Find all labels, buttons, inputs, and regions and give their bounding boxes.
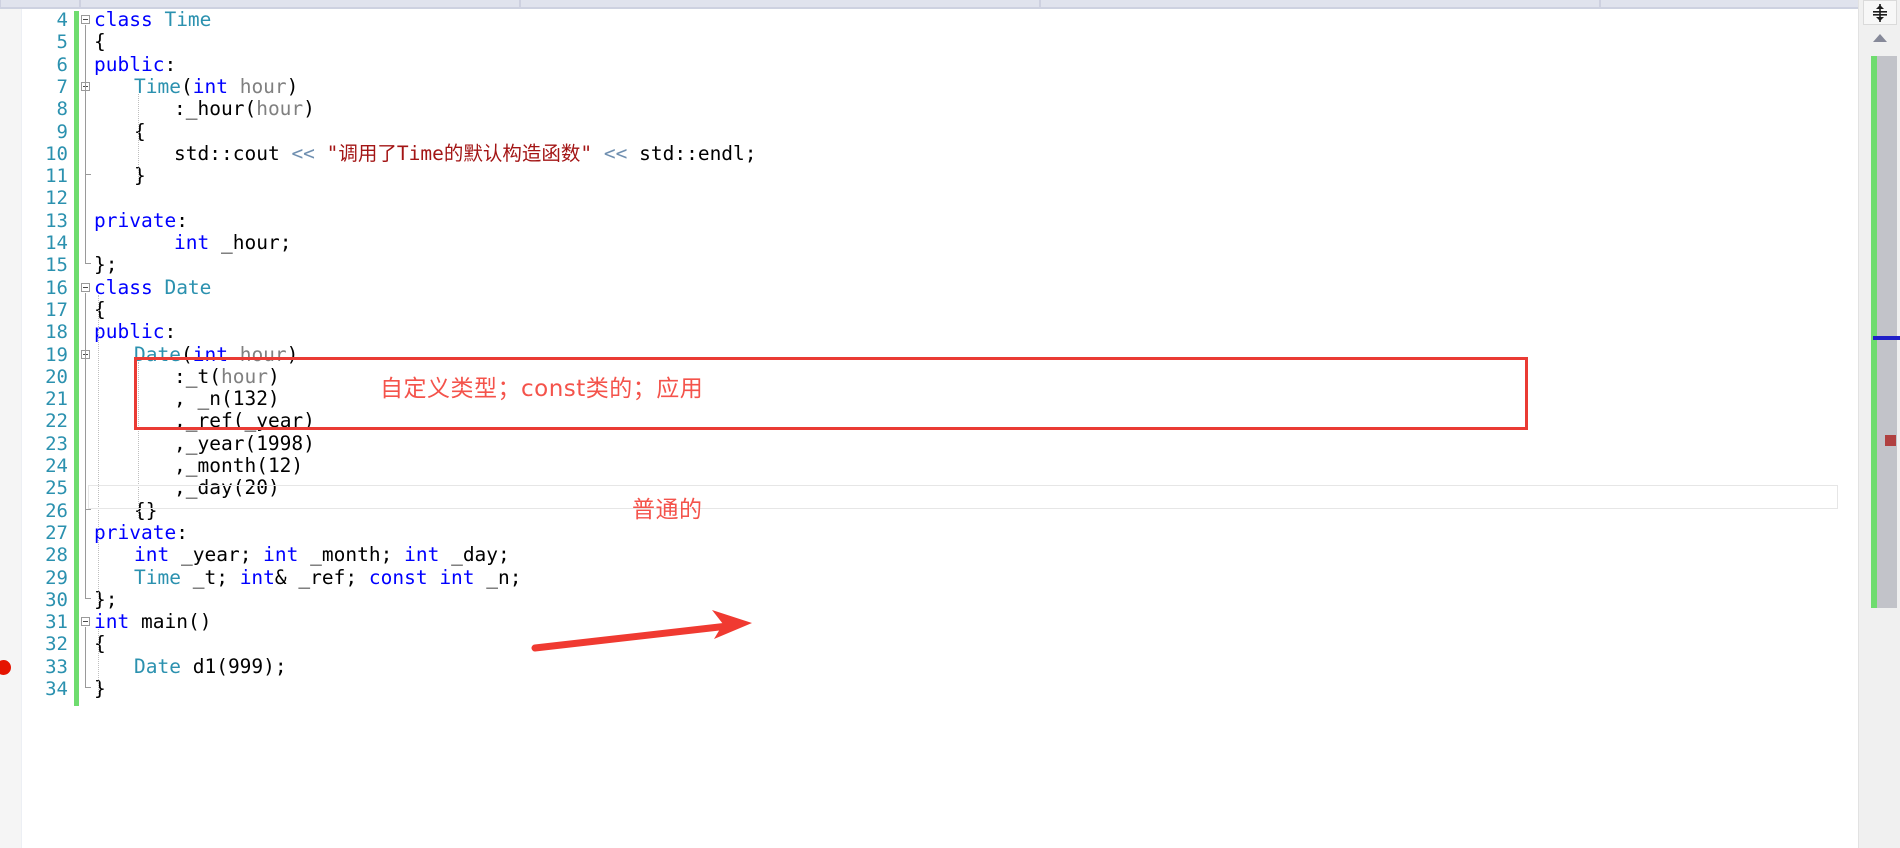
scrollbar-track[interactable] [1863, 49, 1900, 616]
line-number: 17 [45, 298, 68, 321]
scrollbar-breakpoint-marker [1885, 435, 1896, 446]
line-number: 33 [45, 655, 68, 678]
fold-toggle-icon[interactable] [81, 617, 90, 627]
line-number: 31 [45, 611, 68, 634]
code-editor-window: 4 5 6 7 8 9 10 11 12 13 14 15 16 17 18 19 20 21 22 23 24 25 26… [0, 0, 1900, 848]
scrollbar-change-bar [1871, 56, 1877, 608]
fold-toggle-icon[interactable] [81, 282, 90, 292]
code-line[interactable]: } [94, 678, 106, 700]
code-line[interactable]: public: [94, 321, 176, 343]
code-line[interactable]: { [94, 633, 106, 655]
code-line[interactable]: ,_year(1998) [94, 432, 315, 455]
code-line[interactable]: Time(int hour) [94, 75, 298, 98]
fold-region-line [85, 627, 91, 688]
code-line[interactable]: class Time [94, 9, 211, 31]
code-line[interactable]: private: [94, 209, 188, 232]
code-line[interactable]: ,_month(12) [94, 455, 303, 477]
line-number: 19 [45, 343, 68, 366]
code-text[interactable]: class Time{public: Time(int hour):_hour(h… [94, 9, 1840, 848]
line-number: 32 [45, 633, 68, 656]
outlining-column[interactable] [80, 9, 94, 848]
caret-position-marker [1873, 336, 1900, 340]
vertical-scrollbar[interactable] [1858, 0, 1900, 848]
indent-guide [98, 294, 99, 607]
code-line[interactable]: :_hour(hour) [94, 98, 315, 120]
line-number: 6 [56, 53, 68, 76]
line-number: 25 [45, 477, 68, 500]
code-line[interactable]: int main() [94, 611, 211, 633]
code-line[interactable]: Date d1(999); [94, 655, 287, 678]
code-line[interactable]: ,_ref(_year) [94, 410, 315, 432]
breakpoint-margin[interactable] [0, 9, 22, 848]
code-line[interactable]: }; [94, 254, 117, 276]
line-number: 11 [45, 165, 68, 188]
line-number: 22 [45, 410, 68, 433]
breakpoint-indicator[interactable] [0, 659, 11, 675]
split-view-icon[interactable] [1863, 0, 1897, 25]
line-number: 23 [45, 432, 68, 455]
code-line[interactable]: {} [94, 499, 157, 522]
line-number: 21 [45, 388, 68, 411]
line-number: 5 [56, 31, 68, 54]
code-line[interactable]: { [94, 298, 106, 321]
line-number: 24 [45, 455, 68, 477]
scroll-up-arrow-icon[interactable] [1863, 27, 1897, 49]
line-number: 20 [45, 365, 68, 388]
line-number: 34 [45, 678, 68, 700]
line-number: 26 [45, 499, 68, 522]
line-number: 9 [56, 120, 68, 143]
code-line[interactable]: int _year; int _month; int _day; [94, 544, 510, 566]
indent-guide [98, 629, 99, 696]
line-number: 4 [56, 9, 68, 31]
line-number: 10 [45, 142, 68, 165]
line-number-gutter: 4 5 6 7 8 9 10 11 12 13 14 15 16 17 18 19 20 21 22 23 24 25 26… [22, 9, 72, 848]
code-line[interactable]: :_t(hour) [94, 365, 280, 388]
line-number: 27 [45, 521, 68, 544]
indent-guide [138, 361, 139, 518]
fold-region-line [85, 91, 91, 176]
navigation-bar [0, 0, 1900, 9]
code-line[interactable]: public: [94, 53, 176, 76]
line-number: 16 [45, 276, 68, 299]
change-bar [74, 11, 79, 707]
fold-region-line [85, 359, 91, 510]
code-line[interactable]: ,_day(20) [94, 477, 280, 499]
line-number: 28 [45, 544, 68, 567]
code-line[interactable]: std::cout << "调用了Time的默认构造函数" << std::en… [94, 142, 757, 165]
nav-bar-shade [0, 0, 1900, 8]
line-number: 12 [45, 187, 68, 210]
line-number: 7 [56, 75, 68, 98]
code-line[interactable]: int _hour; [94, 232, 291, 254]
fold-toggle-icon[interactable] [81, 15, 90, 24]
code-line[interactable]: private: [94, 521, 188, 544]
indent-guide [138, 93, 139, 184]
editor-surface[interactable]: 4 5 6 7 8 9 10 11 12 13 14 15 16 17 18 19 20 21 22 23 24 25 26… [0, 9, 1900, 848]
line-number: 15 [45, 254, 68, 277]
line-number: 14 [45, 232, 68, 254]
line-number: 13 [45, 209, 68, 232]
line-number: 30 [45, 588, 68, 611]
line-number: 29 [45, 566, 68, 589]
code-line[interactable]: Time _t; int& _ref; const int _n; [94, 566, 522, 589]
code-line[interactable]: , _n(132) [94, 388, 280, 410]
code-line[interactable]: class Date [94, 276, 211, 299]
line-number: 8 [56, 98, 68, 121]
code-line[interactable]: Date(int hour) [94, 343, 298, 366]
code-line[interactable]: { [94, 31, 106, 53]
line-number: 18 [45, 321, 68, 344]
scrollbar-thumb[interactable] [1871, 56, 1900, 608]
